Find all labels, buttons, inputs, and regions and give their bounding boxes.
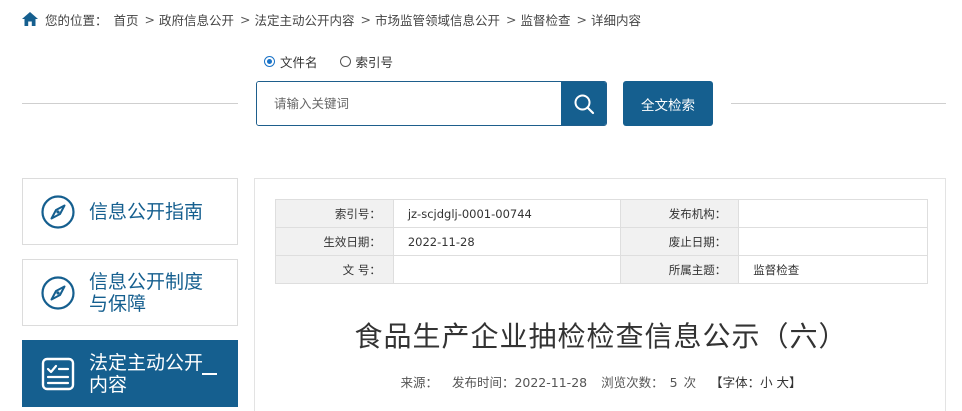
breadcrumb: 您的位置： 首页 > 政府信息公开 > 法定主动公开内容 > 市场监管领域信息公… <box>22 10 641 28</box>
meta-value: 监督检查 <box>738 255 928 284</box>
meta-key: 索引号： <box>275 199 394 228</box>
meta-value: jz-scjdglj-0001-00744 <box>392 199 622 228</box>
home-icon[interactable] <box>22 12 38 26</box>
sidebar-item-statutory-content[interactable]: 法定主动公开内容 <box>22 340 238 407</box>
document-title: 食品生产企业抽检检查信息公示（六） <box>354 320 848 353</box>
meta-key: 生效日期： <box>275 227 394 256</box>
document-meta: 来源： 发布时间：2022-11-28 浏览次数： 5 次 【字体：小 大】 <box>255 372 947 391</box>
search-icon <box>574 94 594 114</box>
table-row: 文 号： 所属主题： 监督检查 <box>275 255 928 284</box>
checklist-icon <box>41 357 75 390</box>
breadcrumb-link[interactable]: 政府信息公开 <box>159 10 234 29</box>
radio-checked-icon[interactable] <box>264 56 275 67</box>
breadcrumb-link[interactable]: 监督检查 <box>521 10 571 29</box>
breadcrumb-separator: > <box>360 11 372 27</box>
sidebar-item-disclosure-system[interactable]: 信息公开制度与保障 <box>22 259 238 326</box>
sidebar-item-label: 法定主动公开内容 <box>89 351 204 396</box>
table-row: 索引号： jz-scjdglj-0001-00744 发布机构： <box>275 199 928 228</box>
breadcrumb-separator: > <box>506 11 517 27</box>
content-panel: 索引号： jz-scjdglj-0001-00744 发布机构： 生效日期： 2… <box>254 178 946 411</box>
compass-icon <box>41 275 75 310</box>
breadcrumb-separator: > <box>144 11 156 27</box>
divider-line <box>731 103 946 104</box>
compass-icon <box>41 194 75 229</box>
view-count-label: 浏览次数： <box>601 375 664 390</box>
sidebar-item-label: 信息公开指南 <box>89 200 204 223</box>
radio-unchecked-icon[interactable] <box>339 56 351 67</box>
search-type-options: 文件名 索引号 <box>264 52 415 71</box>
radio-index-number[interactable]: 索引号 <box>339 52 394 71</box>
table-row <box>275 283 928 314</box>
meta-value: 2022-11-28 <box>392 227 622 256</box>
breadcrumb-link[interactable]: 法定主动公开内容 <box>255 10 355 29</box>
fulltext-search-button[interactable]: 全文检索 <box>623 81 713 126</box>
sidebar-item-disclosure-guide[interactable]: 信息公开指南 <box>22 178 238 245</box>
search-bar <box>256 81 607 126</box>
source-label: 来源： <box>400 375 438 390</box>
breadcrumb-separator: > <box>576 11 588 27</box>
breadcrumb-current: 详细内容 <box>591 12 642 28</box>
radio-filename[interactable]: 文件名 <box>264 52 318 71</box>
sidebar-item-label: 信息公开制度与保障 <box>89 270 204 315</box>
meta-value <box>738 227 928 256</box>
radio-filename-label: 文件名 <box>280 55 318 70</box>
search-input[interactable] <box>257 82 561 125</box>
breadcrumb-separator: > <box>240 11 251 27</box>
search-button[interactable] <box>561 82 606 125</box>
font-size-toggle[interactable]: 【字体：小 大】 <box>710 375 801 390</box>
publish-time: 发布时间：2022-11-28 <box>451 375 588 390</box>
breadcrumb-home-link[interactable]: 首页 <box>114 10 139 29</box>
divider-line <box>22 103 238 104</box>
meta-key: 所属主题： <box>620 255 740 284</box>
view-count-unit: 次 <box>683 375 697 390</box>
meta-key: 文 号： <box>275 255 394 284</box>
collapse-icon[interactable] <box>202 373 217 375</box>
meta-value <box>738 199 928 228</box>
view-count: 浏览次数： 5 次 <box>601 375 696 390</box>
table-row: 生效日期： 2022-11-28 废止日期： <box>275 227 928 256</box>
meta-value <box>392 255 622 284</box>
metadata-table: 索引号： jz-scjdglj-0001-00744 发布机构： 生效日期： 2… <box>275 199 928 314</box>
meta-key: 发布机构： <box>620 199 740 228</box>
radio-index-number-label: 索引号 <box>355 55 394 70</box>
table-spacer <box>275 283 928 314</box>
view-count-value: 5 <box>669 375 678 390</box>
breadcrumb-link[interactable]: 市场监管领域信息公开 <box>375 10 500 29</box>
meta-key: 废止日期： <box>620 227 740 256</box>
breadcrumb-prefix: 您的位置： <box>45 12 108 28</box>
